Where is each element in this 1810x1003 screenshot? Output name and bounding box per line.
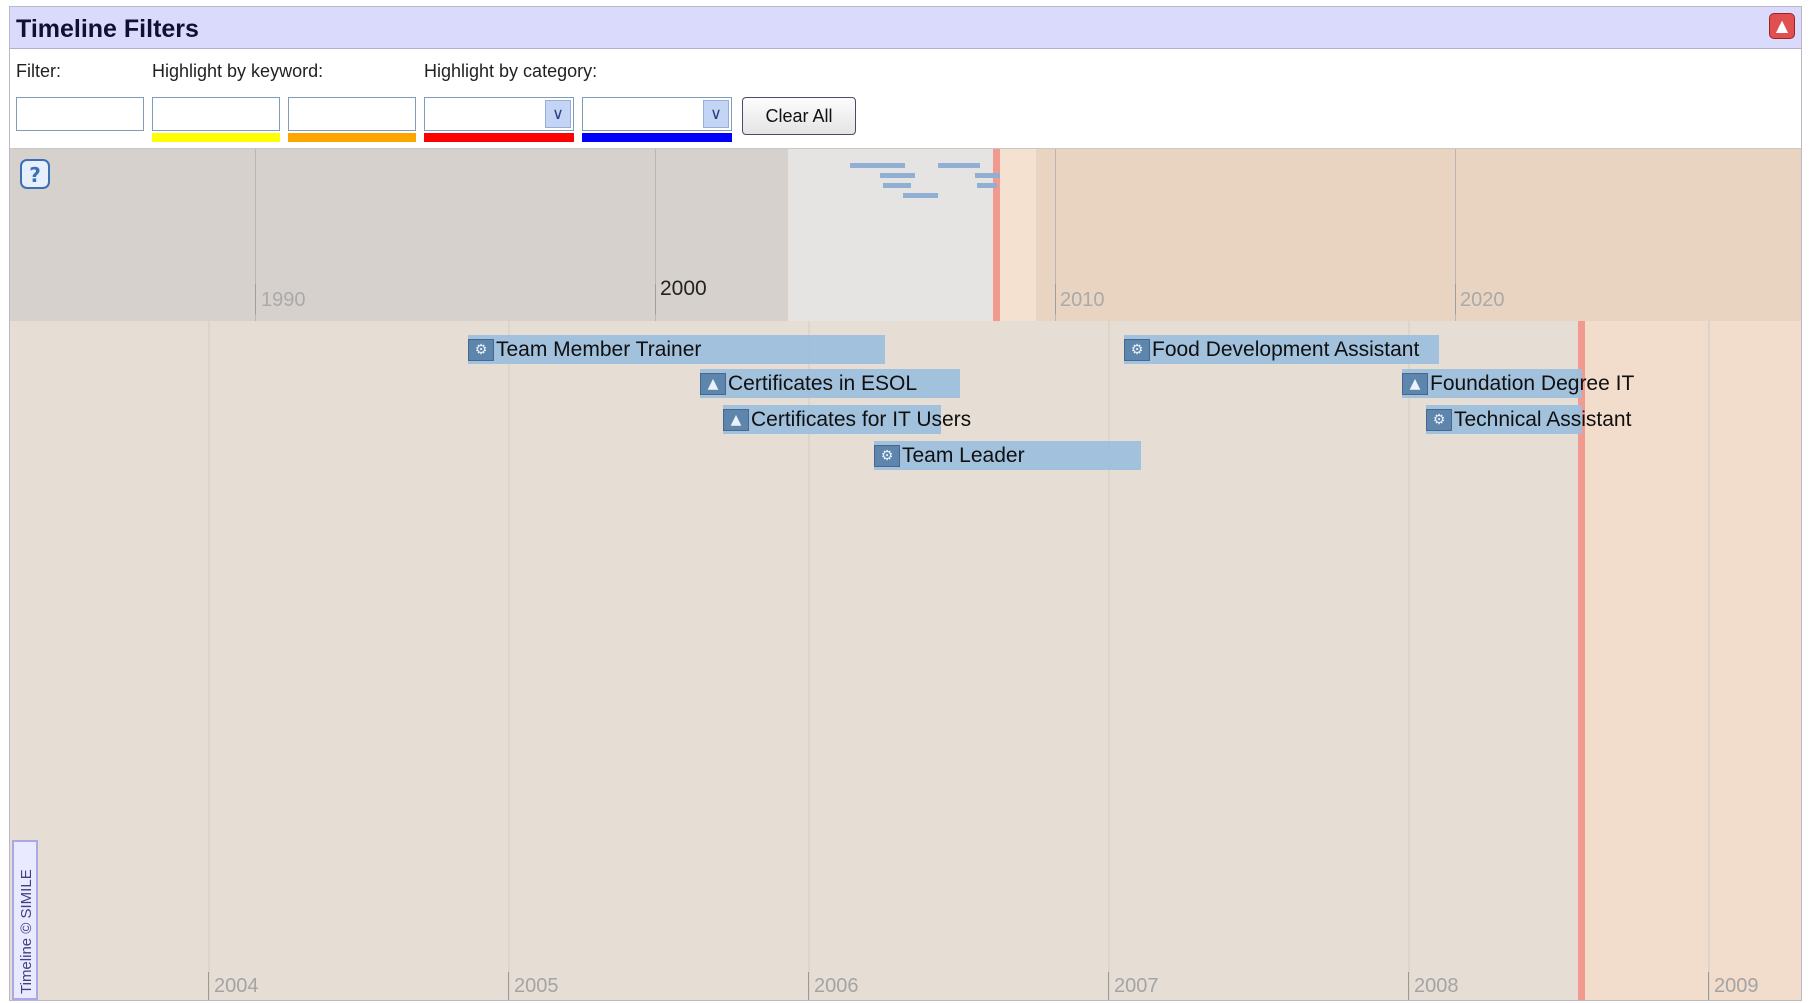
overview-year-label: 2010 <box>1060 289 1105 311</box>
credit-text[interactable]: Timeline © SIMILE <box>18 869 35 994</box>
keyword-input-1[interactable] <box>152 97 280 131</box>
overview-future-region <box>1029 149 1801 321</box>
filter-input[interactable] <box>16 97 144 131</box>
detail-year-label: 2006 <box>814 975 859 997</box>
detail-tick <box>808 972 809 1000</box>
event-certificates-it-users[interactable]: ▲ Certificates for IT Users <box>723 405 971 434</box>
overview-event-mark <box>883 183 911 188</box>
event-label[interactable]: Technical Assistant <box>1454 408 1631 432</box>
detail-gridline <box>1408 321 1410 1000</box>
gear-icon: ⚙ <box>1124 338 1150 361</box>
overview-event-mark <box>903 193 938 198</box>
help-bubble-icon[interactable]: ? <box>20 159 50 189</box>
gear-icon: ⚙ <box>874 444 900 467</box>
category-2-color-bar <box>582 133 732 142</box>
event-label[interactable]: Certificates for IT Users <box>751 408 971 432</box>
detail-gridline <box>1108 321 1110 1000</box>
event-team-leader[interactable]: ⚙ Team Leader <box>874 441 1025 470</box>
detail-tick <box>1108 972 1109 1000</box>
overview-window-edge <box>1000 149 1036 321</box>
graduation-cap-icon: ▲ <box>723 408 749 431</box>
detail-year-label: 2005 <box>514 975 559 997</box>
event-foundation-degree-it[interactable]: ▲ Foundation Degree IT <box>1402 369 1634 398</box>
panel-title: Timeline Filters <box>16 15 199 43</box>
overview-year-label: 2000 <box>660 277 707 300</box>
category-label: Highlight by category: <box>424 61 598 81</box>
detail-tick <box>1408 972 1409 1000</box>
keyword-1-color-bar <box>152 133 280 142</box>
title-bar: Timeline Filters ▲ <box>10 7 1801 49</box>
gear-icon: ⚙ <box>1426 408 1452 431</box>
filter-label: Filter: <box>16 61 61 81</box>
keyword-input-2[interactable] <box>288 97 416 131</box>
event-team-member-trainer[interactable]: ⚙ Team Member Trainer <box>468 335 701 364</box>
overview-year-label: 1990 <box>261 289 306 311</box>
category-1-color-bar <box>424 133 574 142</box>
overview-tick <box>1055 284 1056 314</box>
detail-band[interactable]: ⚙ Team Member Trainer ▲ Certificates in … <box>10 321 1801 1000</box>
keyword-2-color-bar <box>288 133 416 142</box>
detail-year-label: 2004 <box>214 975 259 997</box>
event-label[interactable]: Foundation Degree IT <box>1430 372 1634 396</box>
detail-year-label: 2007 <box>1114 975 1159 997</box>
graduation-cap-icon: ▲ <box>700 372 726 395</box>
event-certificates-esol[interactable]: ▲ Certificates in ESOL <box>700 369 917 398</box>
chevron-down-icon[interactable]: ∨ <box>545 100 571 128</box>
detail-gridline <box>208 321 210 1000</box>
overview-event-mark <box>977 183 997 188</box>
overview-event-mark <box>975 173 1000 178</box>
event-label[interactable]: Team Leader <box>902 444 1025 468</box>
overview-tick <box>1455 284 1456 314</box>
graduation-cap-icon: ▲ <box>1402 372 1428 395</box>
overview-tick <box>255 284 256 314</box>
timeline-filters-panel: Timeline Filters ▲ Filter: Highlight by … <box>9 6 1802 1001</box>
detail-year-label: 2008 <box>1414 975 1459 997</box>
chevron-down-icon[interactable]: ∨ <box>703 100 729 128</box>
overview-event-mark <box>938 163 980 168</box>
gear-icon: ⚙ <box>468 338 494 361</box>
event-label[interactable]: Team Member Trainer <box>496 338 701 362</box>
detail-tick <box>1708 972 1709 1000</box>
detail-gridline <box>1708 321 1710 1000</box>
keyword-label: Highlight by keyword: <box>152 61 324 81</box>
event-food-development-assistant[interactable]: ⚙ Food Development Assistant <box>1124 335 1419 364</box>
category-select-1[interactable]: ∨ <box>424 97 574 131</box>
overview-event-mark <box>850 163 905 168</box>
detail-tick <box>508 972 509 1000</box>
clear-all-button[interactable]: Clear All <box>742 97 856 135</box>
overview-event-mark <box>880 173 915 178</box>
overview-band[interactable]: 1990 2000 2010 2020 ? <box>10 149 1801 321</box>
event-technical-assistant[interactable]: ⚙ Technical Assistant <box>1426 405 1631 434</box>
detail-tick <box>208 972 209 1000</box>
detail-year-label: 2009 <box>1714 975 1759 997</box>
filter-toolbar: Filter: Highlight by keyword: Highlight … <box>10 49 1801 149</box>
caret-up-icon[interactable]: ▲ <box>1769 13 1795 39</box>
event-label[interactable]: Certificates in ESOL <box>728 372 917 396</box>
event-label[interactable]: Food Development Assistant <box>1152 338 1419 362</box>
category-select-2[interactable]: ∨ <box>582 97 732 131</box>
detail-gridline <box>508 321 510 1000</box>
overview-tick <box>655 284 656 314</box>
overview-year-label: 2020 <box>1460 289 1505 311</box>
simile-credit[interactable]: Timeline © SIMILE <box>12 840 38 1000</box>
